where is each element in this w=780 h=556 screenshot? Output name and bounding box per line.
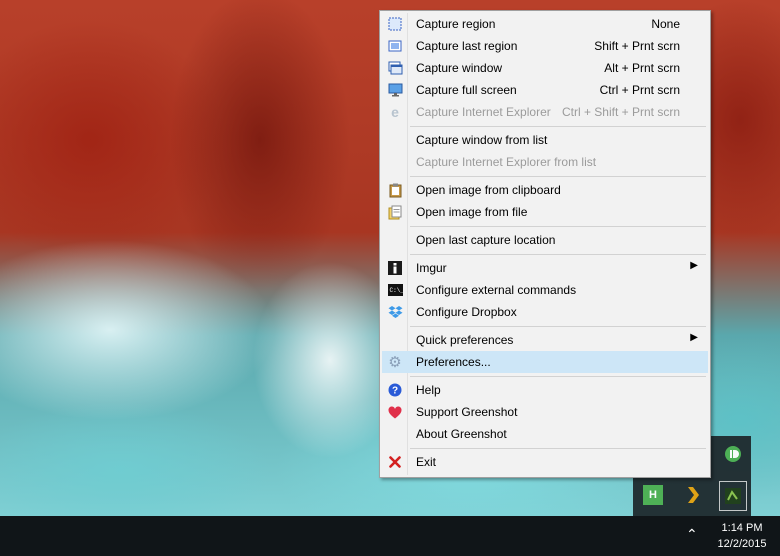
pushbullet-icon[interactable] xyxy=(723,444,743,464)
menu-item-label: Capture window from list xyxy=(416,133,548,147)
menu-item-label: Capture region xyxy=(416,17,496,31)
menu-item-label: Open image from file xyxy=(416,205,528,219)
menu-item-label: About Greenshot xyxy=(416,427,507,441)
menu-item-label: Quick preferences xyxy=(416,333,514,347)
menu-separator xyxy=(410,176,706,177)
menu-item-capture-last-region[interactable]: Capture last region Shift + Prnt scrn xyxy=(382,35,708,57)
dropbox-icon xyxy=(387,304,403,320)
menu-item-configure-dropbox[interactable]: Configure Dropbox xyxy=(382,301,708,323)
internet-explorer-icon: e xyxy=(391,104,399,120)
menu-separator xyxy=(410,226,706,227)
menu-separator xyxy=(410,254,706,255)
greenshot-context-menu: Capture region None Capture last region … xyxy=(379,10,711,478)
h-app-icon[interactable]: H xyxy=(643,485,663,505)
menu-item-shortcut: Alt + Prnt scrn xyxy=(604,61,680,75)
submenu-arrow-icon: ▶ xyxy=(690,332,698,343)
menu-separator xyxy=(410,126,706,127)
menu-item-capture-region[interactable]: Capture region None xyxy=(382,13,708,35)
plex-icon[interactable] xyxy=(683,485,703,505)
clipboard-icon xyxy=(387,182,403,198)
menu-item-label: Open image from clipboard xyxy=(416,183,561,197)
capture-last-region-icon xyxy=(387,38,403,54)
menu-item-label: Capture last region xyxy=(416,39,518,53)
capture-full-screen-icon xyxy=(387,82,403,98)
menu-item-quick-preferences[interactable]: Quick preferences ▶ xyxy=(382,329,708,351)
menu-item-open-last-capture-location[interactable]: Open last capture location xyxy=(382,229,708,251)
menu-item-capture-window[interactable]: Capture window Alt + Prnt scrn xyxy=(382,57,708,79)
menu-item-label: Configure external commands xyxy=(416,283,577,297)
menu-item-support-greenshot[interactable]: Support Greenshot xyxy=(382,401,708,423)
heart-icon xyxy=(387,404,403,420)
command-prompt-icon: C:\_ xyxy=(387,282,403,298)
menu-item-shortcut: Ctrl + Prnt scrn xyxy=(599,83,680,97)
menu-item-capture-full-screen[interactable]: Capture full screen Ctrl + Prnt scrn xyxy=(382,79,708,101)
menu-item-label: Configure Dropbox xyxy=(416,305,517,319)
menu-item-capture-internet-explorer: e Capture Internet Explorer Ctrl + Shift… xyxy=(382,101,708,123)
menu-item-label: Preferences... xyxy=(416,355,491,369)
menu-separator xyxy=(410,448,706,449)
menu-item-capture-ie-from-list: Capture Internet Explorer from list xyxy=(382,151,708,173)
submenu-arrow-icon: ▶ xyxy=(690,260,698,271)
menu-item-exit[interactable]: Exit xyxy=(382,451,708,473)
gear-icon: ⚙ xyxy=(388,354,402,371)
menu-item-label: Imgur xyxy=(416,261,447,275)
menu-item-label: Capture window xyxy=(416,61,503,75)
help-icon: ? xyxy=(387,382,403,398)
greenshot-icon[interactable] xyxy=(719,481,747,511)
close-icon xyxy=(387,454,403,470)
menu-item-label: Exit xyxy=(416,455,437,469)
svg-text:?: ? xyxy=(392,386,398,397)
menu-item-shortcut: Shift + Prnt scrn xyxy=(594,39,680,53)
menu-item-configure-external-commands[interactable]: C:\_ Configure external commands xyxy=(382,279,708,301)
menu-item-label: Capture Internet Explorer xyxy=(416,105,551,119)
menu-item-label: Capture full screen xyxy=(416,83,517,97)
folder-file-icon xyxy=(387,204,403,220)
menu-separator xyxy=(410,376,706,377)
capture-window-icon xyxy=(387,60,403,76)
menu-item-capture-window-from-list[interactable]: Capture window from list xyxy=(382,129,708,151)
taskbar-clock[interactable]: 1:14 PM 12/2/2015 xyxy=(710,520,774,552)
show-hidden-icons-chevron-icon[interactable]: ⌃ xyxy=(686,526,698,543)
clock-time: 1:14 PM xyxy=(721,522,763,534)
menu-item-about-greenshot[interactable]: About Greenshot xyxy=(382,423,708,445)
menu-item-help[interactable]: ? Help xyxy=(382,379,708,401)
menu-item-shortcut: None xyxy=(651,17,680,31)
imgur-icon xyxy=(387,260,403,276)
svg-text:C:\_: C:\_ xyxy=(389,287,403,294)
menu-item-label: Help xyxy=(416,383,441,397)
menu-item-shortcut: Ctrl + Shift + Prnt scrn xyxy=(561,105,680,119)
clock-date: 12/2/2015 xyxy=(717,538,767,550)
menu-separator xyxy=(410,326,706,327)
capture-region-icon xyxy=(387,16,403,32)
taskbar: ⌃ 1:14 PM 12/2/2015 xyxy=(0,516,780,556)
menu-item-imgur[interactable]: Imgur ▶ xyxy=(382,257,708,279)
menu-item-label: Support Greenshot xyxy=(416,405,518,419)
menu-item-open-from-file[interactable]: Open image from file xyxy=(382,201,708,223)
menu-item-label: Capture Internet Explorer from list xyxy=(416,155,597,169)
menu-item-open-from-clipboard[interactable]: Open image from clipboard xyxy=(382,179,708,201)
menu-item-preferences[interactable]: ⚙ Preferences... xyxy=(382,351,708,373)
menu-item-label: Open last capture location xyxy=(416,233,556,247)
